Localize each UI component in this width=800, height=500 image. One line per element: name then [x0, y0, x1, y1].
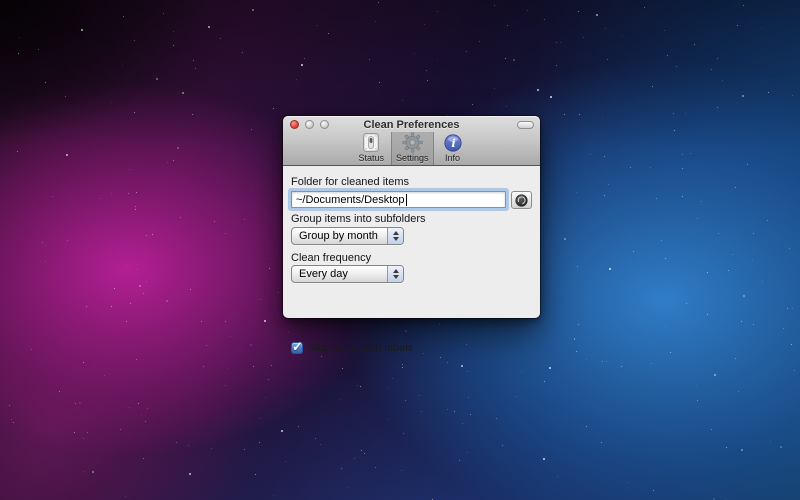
svg-text:i: i	[451, 136, 455, 150]
toolbar-item-label: Status	[358, 153, 384, 163]
toolbar: Status	[283, 133, 540, 165]
toolbar-toggle-button[interactable]	[517, 121, 534, 129]
folder-path-field[interactable]: ~/Documents/Desktop	[291, 191, 506, 208]
choose-folder-button[interactable]	[511, 191, 532, 209]
gear-icon	[402, 132, 423, 152]
close-button[interactable]	[290, 120, 299, 129]
text-caret	[406, 194, 407, 206]
info-icon: i	[444, 134, 462, 152]
skip-labels-row: Skip items with labels	[291, 342, 413, 354]
frequency-popup[interactable]: Every day	[291, 265, 404, 283]
toolbar-item-info[interactable]: i Info	[436, 132, 470, 165]
frequency-value: Every day	[292, 266, 387, 282]
group-label: Group items into subfolders	[291, 213, 426, 225]
window-titlebar[interactable]: Clean Preferences	[283, 116, 540, 133]
desktop-wallpaper: Clean Preferences Status	[0, 0, 800, 500]
skip-labels-checkbox[interactable]	[291, 342, 303, 354]
folder-path-value: ~/Documents/Desktop	[296, 194, 405, 206]
toolbar-item-status[interactable]: Status	[353, 132, 389, 165]
switch-icon	[363, 133, 379, 152]
popup-arrows-icon	[387, 266, 403, 282]
zoom-button[interactable]	[320, 120, 329, 129]
preferences-window: Clean Preferences Status	[283, 116, 540, 318]
group-by-popup[interactable]: Group by month	[291, 227, 404, 245]
window-header: Clean Preferences Status	[283, 116, 540, 166]
group-by-value: Group by month	[292, 228, 387, 244]
frequency-label: Clean frequency	[291, 252, 371, 264]
browse-icon	[515, 194, 528, 207]
popup-arrows-icon	[387, 228, 403, 244]
toolbar-item-label: Info	[445, 153, 460, 163]
skip-labels-label: Skip items with labels	[308, 342, 413, 354]
minimize-button[interactable]	[305, 120, 314, 129]
traffic-lights	[290, 120, 329, 129]
folder-label: Folder for cleaned items	[291, 176, 409, 188]
settings-pane: Folder for cleaned items ~/Documents/Des…	[283, 166, 540, 318]
toolbar-item-label: Settings	[396, 153, 429, 163]
toolbar-item-settings[interactable]: Settings	[391, 132, 434, 165]
